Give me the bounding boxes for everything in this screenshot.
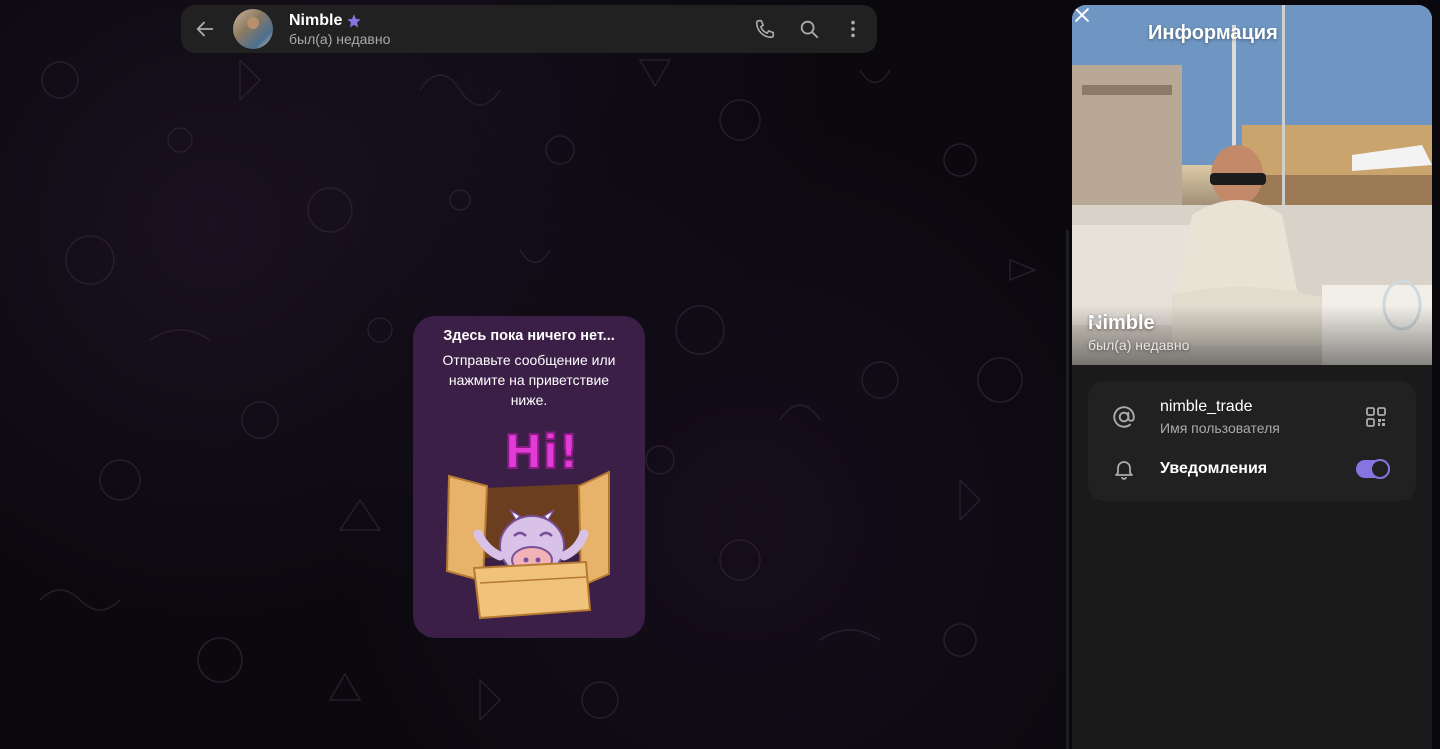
- info-panel-header: Информация: [1072, 5, 1432, 61]
- empty-chat-title: Здесь пока ничего нет...: [443, 328, 615, 344]
- arrow-left-icon: [196, 21, 214, 37]
- username-label: Имя пользователя: [1160, 420, 1280, 436]
- call-button[interactable]: [745, 9, 785, 49]
- profile-photo[interactable]: Информация Nimble был(а) недавно: [1072, 5, 1432, 365]
- username-row[interactable]: nimble_trade Имя пользователя: [1088, 395, 1416, 439]
- close-icon: [1075, 8, 1089, 22]
- back-button[interactable]: [185, 9, 225, 49]
- empty-chat-card: Здесь пока ничего нет... Отправьте сообщ…: [413, 316, 645, 638]
- star-icon: [347, 13, 362, 27]
- chat-header: Nimble был(а) недавно: [181, 5, 877, 53]
- notifications-toggle-knob: [1370, 459, 1390, 479]
- chat-avatar[interactable]: [233, 9, 273, 49]
- phone-icon: [755, 19, 775, 39]
- profile-name-block: Nimble был(а) недавно: [1088, 312, 1189, 353]
- close-panel-button[interactable]: [1075, 8, 1124, 53]
- username-value: nimble_trade: [1160, 398, 1253, 415]
- bell-icon: [1115, 461, 1133, 480]
- qr-code-button[interactable]: [1356, 397, 1396, 437]
- chat-status: был(а) недавно: [289, 30, 391, 47]
- search-button[interactable]: [789, 9, 829, 49]
- notifications-toggle[interactable]: [1356, 459, 1390, 479]
- star-icon: [1089, 313, 1103, 327]
- info-panel: Информация Nimble был(а) недавно nimble_…: [1072, 5, 1432, 749]
- chat-title-block[interactable]: Nimble был(а) недавно: [289, 12, 745, 47]
- info-card: nimble_trade Имя пользователя Уведомлени…: [1088, 381, 1416, 501]
- search-icon: [800, 20, 819, 39]
- notifications-label: Уведомления: [1160, 460, 1268, 477]
- sticker-hi-text: Hi!: [504, 428, 579, 479]
- more-vertical-icon: [851, 20, 855, 38]
- info-panel-title: Информация: [1148, 21, 1278, 44]
- chat-scroll-edge: [1066, 230, 1069, 749]
- chat-title: Nimble: [289, 11, 343, 29]
- greeting-sticker[interactable]: Hi!: [444, 424, 614, 629]
- profile-status: был(а) недавно: [1088, 337, 1190, 353]
- qr-code-icon: [1366, 407, 1386, 427]
- notifications-row[interactable]: Уведомления: [1088, 451, 1416, 487]
- at-sign-icon: [1113, 406, 1135, 428]
- cow-in-box-sticker-icon: Hi!: [445, 424, 610, 620]
- empty-chat-description: Отправьте сообщение или нажмите на приве…: [442, 352, 616, 408]
- more-button[interactable]: [833, 9, 873, 49]
